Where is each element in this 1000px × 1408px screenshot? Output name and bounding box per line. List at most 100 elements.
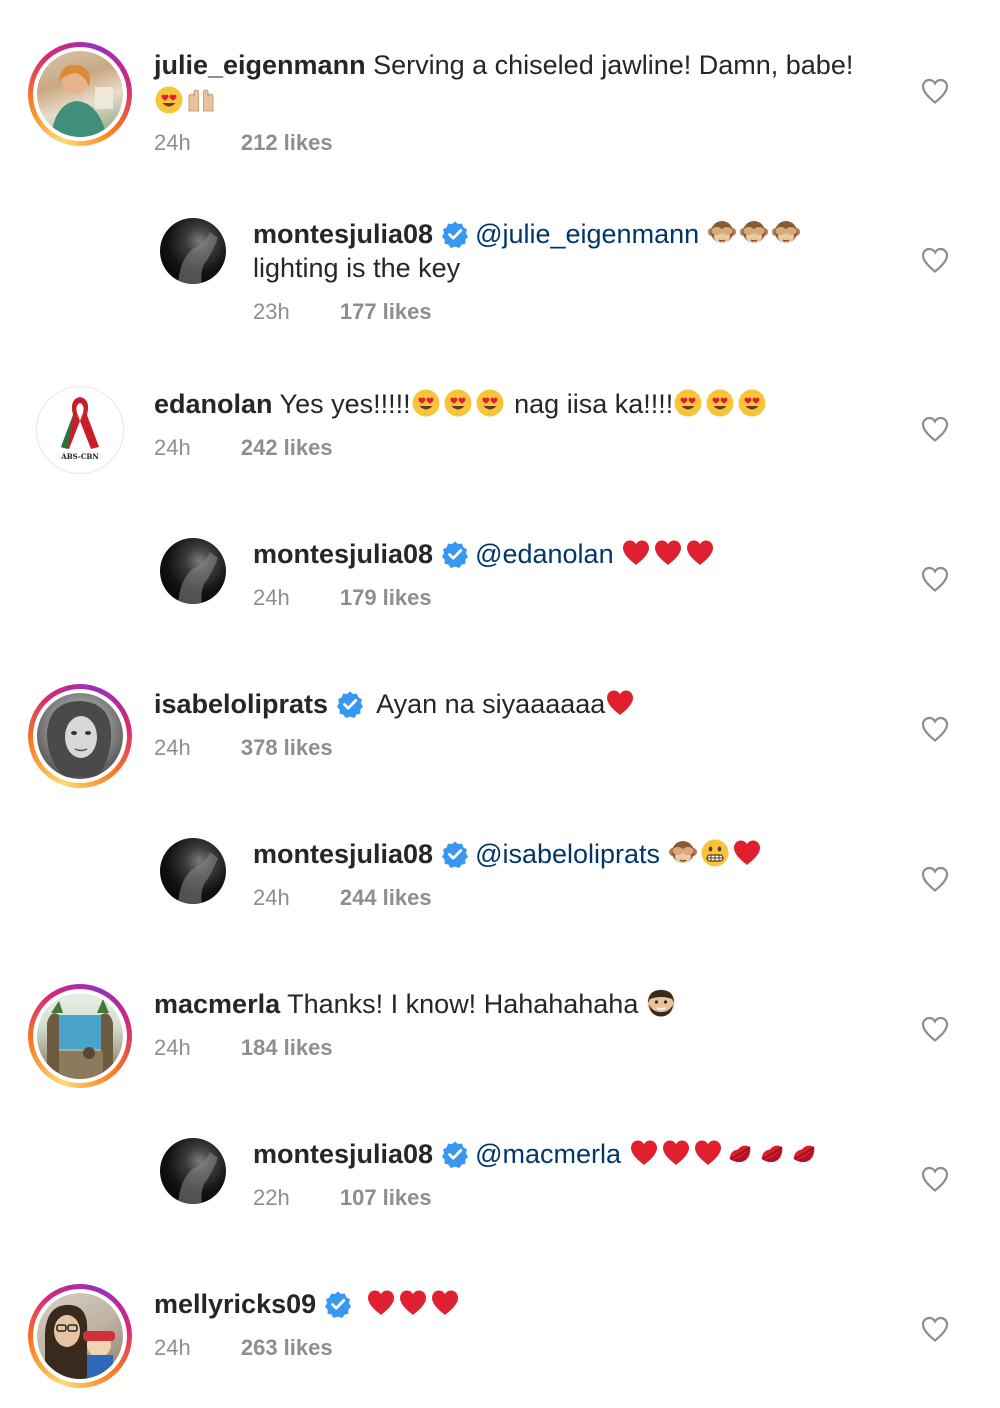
comment-text: montesjulia08 @macmerla [253, 1137, 821, 1171]
like-heart-icon[interactable] [920, 565, 950, 593]
heart-eyes-emoji [443, 388, 473, 418]
mention-link[interactable]: @macmerla [475, 1139, 621, 1169]
avatar[interactable] [160, 838, 226, 904]
likes-count[interactable]: 177 likes [340, 299, 432, 324]
heart-eyes-emoji [673, 388, 703, 418]
likes-count[interactable]: 184 likes [241, 1035, 333, 1060]
verified-badge-icon [441, 540, 469, 568]
avatar[interactable] [160, 1138, 226, 1204]
comment-text: montesjulia08 @edanolan [253, 537, 717, 571]
likes-count[interactable]: 378 likes [241, 735, 333, 760]
red-heart-emoji [366, 1288, 396, 1318]
see-no-evil-monkey-emoji [668, 838, 698, 868]
timestamp: 24h [253, 585, 290, 610]
comment-body-2: nag iisa ka!!!! [514, 389, 674, 419]
comment-meta: 22h 107 likes [253, 1185, 432, 1211]
comment-body: Yes yes!!!!! [279, 389, 411, 419]
comment-meta: 23h 177 likes [253, 299, 432, 325]
red-heart-emoji [661, 1138, 691, 1168]
likes-count[interactable]: 179 likes [340, 585, 432, 610]
verified-badge-icon [324, 1290, 352, 1318]
avatar[interactable] [160, 538, 226, 604]
username[interactable]: montesjulia08 [253, 219, 433, 249]
avatar[interactable] [160, 218, 226, 284]
avatar[interactable]: ABS-CBN [36, 386, 124, 474]
comment-text: mellyricks09 [154, 1287, 462, 1321]
comment-text: montesjulia08 @julie_eigenmann [253, 217, 803, 251]
kiss-mark-emoji [757, 1138, 787, 1168]
likes-count[interactable]: 263 likes [241, 1335, 333, 1360]
username[interactable]: macmerla [154, 989, 280, 1019]
username[interactable]: edanolan [154, 389, 273, 419]
like-heart-icon[interactable] [920, 865, 950, 893]
avatar[interactable] [28, 684, 132, 788]
like-heart-icon[interactable] [920, 246, 950, 274]
timestamp: 24h [154, 1335, 191, 1360]
avatar[interactable] [28, 1284, 132, 1388]
verified-badge-icon [441, 220, 469, 248]
likes-count[interactable]: 212 likes [241, 130, 333, 155]
raised-hands-emoji [186, 85, 216, 115]
avatar[interactable] [28, 984, 132, 1088]
comment-text: edanolan Yes yes!!!!! nag iisa ka!!!! [154, 387, 769, 421]
red-heart-emoji [693, 1138, 723, 1168]
red-heart-emoji [398, 1288, 428, 1318]
kiss-mark-emoji [789, 1138, 819, 1168]
comment-meta: 24h 184 likes [154, 1035, 333, 1061]
comment-meta: 24h 242 likes [154, 435, 333, 461]
username[interactable]: montesjulia08 [253, 1139, 433, 1169]
grimacing-face-emoji [700, 838, 730, 868]
timestamp: 24h [154, 435, 191, 460]
timestamp: 24h [154, 130, 191, 155]
abs-cbn-logo: ABS-CBN [60, 397, 99, 461]
avatar[interactable] [28, 42, 132, 146]
comment-body: Ayan na siyaaaaaa [376, 689, 606, 719]
timestamp: 22h [253, 1185, 290, 1210]
like-heart-icon[interactable] [920, 1165, 950, 1193]
comment-body: Thanks! I know! Hahahahaha [287, 989, 639, 1019]
comment-meta: 24h 179 likes [253, 585, 432, 611]
red-heart-emoji [653, 538, 683, 568]
heart-eyes-emoji [737, 388, 767, 418]
timestamp: 23h [253, 299, 290, 324]
username[interactable]: montesjulia08 [253, 839, 433, 869]
see-no-evil-monkey-emoji [771, 218, 801, 248]
username[interactable]: mellyricks09 [154, 1289, 316, 1319]
red-heart-emoji [430, 1288, 460, 1318]
heart-eyes-emoji [411, 388, 441, 418]
heart-eyes-emoji [705, 388, 735, 418]
mention-link[interactable]: @julie_eigenmann [475, 219, 699, 249]
like-heart-icon[interactable] [920, 715, 950, 743]
mention-link[interactable]: @isabeloliprats [475, 839, 660, 869]
comment-meta: 24h 244 likes [253, 885, 432, 911]
verified-badge-icon [441, 840, 469, 868]
comment-meta: 24h 212 likes [154, 130, 333, 156]
kiss-mark-emoji [725, 1138, 755, 1168]
see-no-evil-monkey-emoji [707, 218, 737, 248]
username[interactable]: montesjulia08 [253, 539, 433, 569]
comment-meta: 24h 263 likes [154, 1335, 333, 1361]
comment-body: lighting is the key [253, 253, 461, 283]
like-heart-icon[interactable] [920, 1315, 950, 1343]
username[interactable]: julie_eigenmann [154, 50, 366, 80]
heart-eyes-emoji [475, 388, 505, 418]
see-no-evil-monkey-emoji [739, 218, 769, 248]
likes-count[interactable]: 107 likes [340, 1185, 432, 1210]
like-heart-icon[interactable] [920, 77, 950, 105]
likes-count[interactable]: 242 likes [241, 435, 333, 460]
svg-text:ABS-CBN: ABS-CBN [60, 452, 99, 461]
mention-link[interactable]: @edanolan [475, 539, 614, 569]
verified-badge-icon [336, 690, 364, 718]
red-heart-emoji [629, 1138, 659, 1168]
red-heart-emoji [621, 538, 651, 568]
comment-text: isabeloliprats Ayan na siyaaaaaa [154, 687, 637, 721]
like-heart-icon[interactable] [920, 1015, 950, 1043]
likes-count[interactable]: 244 likes [340, 885, 432, 910]
emoji-line [154, 84, 218, 118]
heart-eyes-emoji [154, 85, 184, 115]
username[interactable]: isabeloliprats [154, 689, 328, 719]
like-heart-icon[interactable] [920, 415, 950, 443]
comment-body: Serving a chiseled jawline! Damn, babe! [373, 50, 854, 80]
timestamp: 24h [154, 1035, 191, 1060]
timestamp: 24h [154, 735, 191, 760]
